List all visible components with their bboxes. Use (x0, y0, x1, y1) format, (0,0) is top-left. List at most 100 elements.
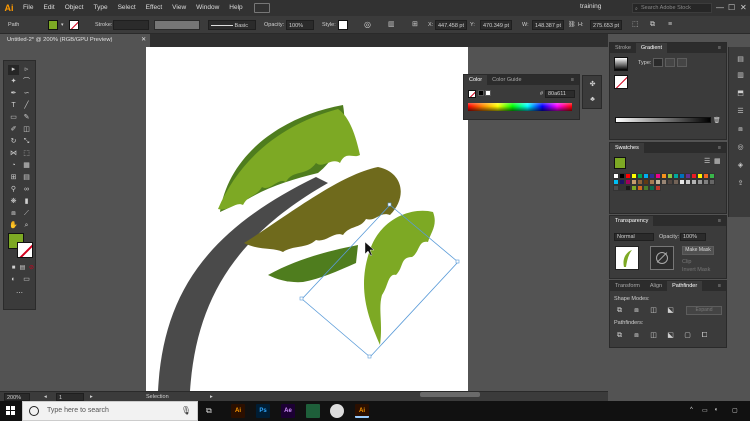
width-field[interactable]: 148.387 pt (532, 20, 564, 30)
menu-edit[interactable]: Edit (38, 0, 59, 16)
stroke-weight-field[interactable] (113, 20, 149, 30)
hex-field[interactable]: 80a611 (545, 90, 575, 98)
divide-icon[interactable]: ⧉ (614, 331, 625, 340)
invert-mask-checkbox[interactable]: Invert Mask (682, 266, 710, 274)
status-menu-icon[interactable]: ▸ (210, 393, 213, 401)
panel-menu-icon[interactable]: ≡ (713, 281, 726, 291)
menu-select[interactable]: Select (113, 0, 141, 16)
taskbar-illustrator-active-icon[interactable]: Ai (355, 404, 369, 418)
type-tool-icon[interactable]: T (8, 101, 19, 111)
freeform-gradient-button[interactable] (677, 58, 687, 67)
free-transform-tool-icon[interactable]: ⬚ (21, 149, 32, 159)
notifications-icon[interactable]: ▢ (732, 407, 738, 414)
list-view-icon[interactable]: ☰ (704, 157, 710, 165)
recolor-artwork-icon[interactable]: ◎ (364, 20, 371, 30)
selection-tool-icon[interactable]: ▸ (8, 65, 19, 75)
menu-file[interactable]: File (18, 0, 38, 16)
radial-gradient-button[interactable] (665, 58, 675, 67)
eyedropper-tool-icon[interactable]: ⚲ (8, 185, 19, 195)
align-icon[interactable]: ▥ (388, 20, 395, 30)
paintbrush-tool-icon[interactable]: ✎ (21, 113, 32, 123)
color-swatch[interactable] (655, 185, 661, 191)
menu-window[interactable]: Window (191, 0, 224, 16)
direct-selection-tool-icon[interactable]: ▹ (21, 65, 32, 75)
taskbar-illustrator-icon[interactable]: Ai (231, 404, 245, 418)
scale-tool-icon[interactable]: ⤡ (21, 137, 32, 147)
rectangle-tool-icon[interactable]: ▭ (8, 113, 19, 123)
export-icon[interactable]: ⇪ (735, 179, 746, 189)
width-tool-icon[interactable]: ⋈ (8, 149, 19, 159)
gradient-slider[interactable] (615, 117, 711, 123)
tab-swatches[interactable]: Swatches (610, 143, 644, 153)
appearance-icon[interactable]: ◎ (735, 143, 746, 153)
panel-menu-icon[interactable]: ≡ (713, 216, 726, 226)
link-icon[interactable]: ⛓ (568, 20, 576, 30)
clip-checkbox[interactable]: Clip (682, 258, 691, 266)
blend-tool-icon[interactable]: ∞ (21, 185, 32, 195)
artboard-number-field[interactable]: 1 (56, 393, 84, 401)
horizontal-scrollbar[interactable] (420, 392, 480, 397)
taskbar-search-input[interactable]: Type here to search 🎙 (22, 401, 198, 421)
zoom-field[interactable]: 200% (4, 393, 30, 401)
pen-tool-icon[interactable]: ✒ (8, 89, 19, 99)
menu-help[interactable]: Help (224, 0, 247, 16)
none-swatch[interactable] (468, 90, 476, 98)
reference-point-icon[interactable]: ⊞ (412, 20, 418, 30)
unite-icon[interactable]: ⧉ (614, 306, 625, 315)
screen-mode-icon[interactable]: ▭ (21, 275, 32, 285)
minus-front-icon[interactable]: ⧈ (631, 306, 642, 315)
graphic-styles-icon[interactable]: ◈ (735, 161, 746, 171)
expand-button[interactable]: Expand (686, 306, 722, 315)
stroke-swatch[interactable] (17, 242, 33, 258)
transform-icon[interactable]: ⬚ (632, 20, 639, 30)
shape-builder-tool-icon[interactable]: ◔ (8, 161, 19, 171)
tab-gradient[interactable]: Gradient (635, 43, 668, 53)
trash-icon[interactable]: 🗑 (713, 117, 721, 124)
zoom-tool-icon[interactable]: ⌕ (21, 221, 32, 231)
grid-view-icon[interactable]: ▦ (714, 157, 721, 165)
gradient-stroke-swatch[interactable] (614, 75, 628, 89)
stock-search-input[interactable]: ⌕ Search Adobe Stock (632, 3, 712, 13)
volume-icon[interactable]: ◖ (714, 407, 718, 413)
perspective-grid-tool-icon[interactable]: ▦ (21, 161, 32, 171)
crop-icon[interactable]: ⬕ (665, 331, 676, 340)
workspace-switcher[interactable]: training (580, 3, 601, 10)
tab-transform[interactable]: Transform (610, 281, 645, 291)
outline-icon[interactable]: ▢ (682, 331, 693, 340)
exclude-icon[interactable]: ⬕ (665, 306, 676, 315)
microphone-icon[interactable]: 🎙 (181, 402, 191, 420)
taskbar-after-effects-icon[interactable]: Ae (281, 404, 295, 418)
rotate-tool-icon[interactable]: ↻ (8, 137, 19, 147)
white-swatch[interactable] (485, 90, 491, 96)
panel-menu-icon[interactable]: ≡ (566, 75, 579, 85)
magic-wand-tool-icon[interactable]: ✦ (8, 77, 19, 87)
close-tab-icon[interactable]: ✕ (141, 34, 146, 47)
merge-icon[interactable]: ◫ (648, 331, 659, 340)
chevron-down-icon[interactable]: ▾ (61, 20, 64, 30)
properties-icon[interactable]: ▤ (735, 55, 746, 65)
mask-thumbnail[interactable] (650, 246, 674, 270)
brushes-icon[interactable]: ✤ (587, 80, 598, 90)
drawing-mode-icon[interactable]: ◐ (8, 275, 19, 285)
mesh-tool-icon[interactable]: ⊞ (8, 173, 19, 183)
opacity-field[interactable]: 100% (286, 20, 314, 30)
menu-object[interactable]: Object (60, 0, 89, 16)
start-button[interactable] (0, 401, 22, 421)
taskbar-chrome-icon[interactable] (330, 404, 344, 418)
maximize-button[interactable]: ☐ (728, 3, 735, 13)
black-swatch[interactable] (478, 90, 484, 96)
symbols-icon[interactable]: ♣ (587, 95, 598, 105)
eraser-tool-icon[interactable]: ◫ (21, 125, 32, 135)
panel-menu-icon[interactable]: ≡ (668, 20, 672, 30)
slice-tool-icon[interactable]: ⟋ (21, 209, 32, 219)
tab-stroke[interactable]: Stroke (610, 43, 636, 53)
gradient-preview-swatch[interactable] (614, 57, 628, 71)
gradient-tool-icon[interactable]: ▤ (21, 173, 32, 183)
hand-tool-icon[interactable]: ✋ (8, 221, 19, 231)
artboard-tool-icon[interactable]: ⧈ (8, 209, 19, 219)
active-fill-swatch[interactable] (614, 157, 626, 169)
layers-icon[interactable]: ☰ (735, 107, 746, 117)
panel-menu-icon[interactable]: ≡ (713, 43, 726, 53)
curvature-tool-icon[interactable]: ∽ (21, 89, 32, 99)
column-graph-tool-icon[interactable]: ▮ (21, 197, 32, 207)
